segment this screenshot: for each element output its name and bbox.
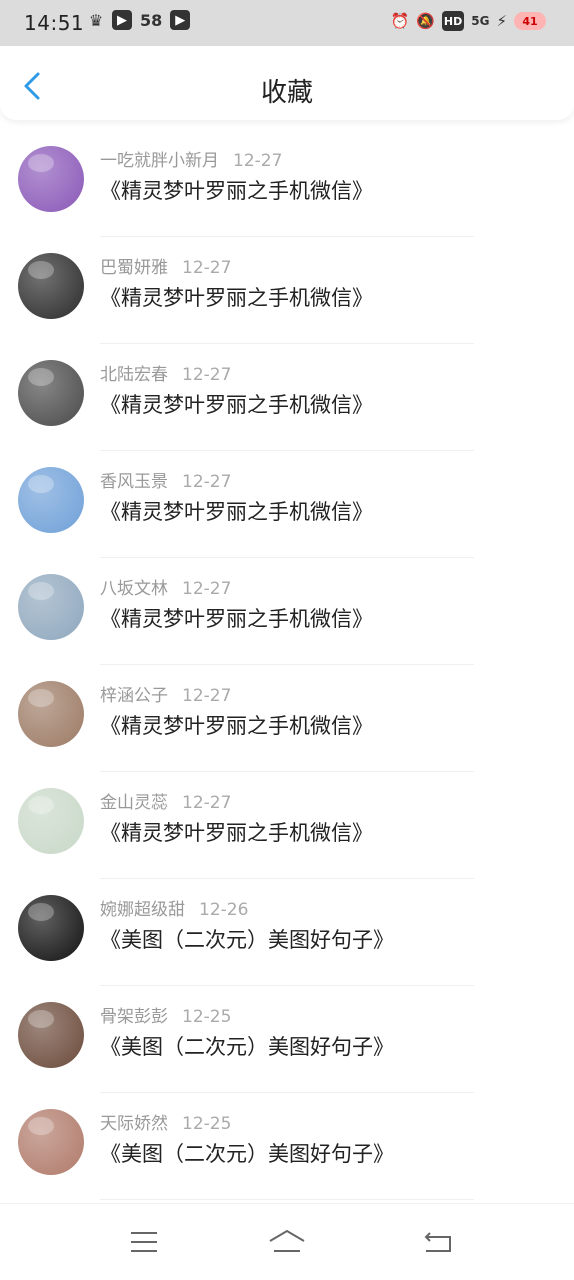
status-left-icons: ♛ ▶ 58 ▶ <box>86 10 191 30</box>
notification-count: 58 <box>140 10 163 30</box>
avatar[interactable] <box>18 574 84 640</box>
item-meta: 梓涵公子 12-27 <box>100 681 231 706</box>
item-meta: 巴蜀妍雅 12-27 <box>100 253 231 278</box>
book-title[interactable]: 《精灵梦叶罗丽之手机微信》 <box>100 496 373 526</box>
item-meta: 婉娜超级甜 12-26 <box>100 895 248 920</box>
system-nav-bar <box>0 1203 574 1280</box>
book-title[interactable]: 《精灵梦叶罗丽之手机微信》 <box>100 603 373 633</box>
book-title[interactable]: 《精灵梦叶罗丽之手机微信》 <box>100 282 373 312</box>
home-icon <box>269 1229 305 1252</box>
username: 金山灵蕊 <box>100 793 168 813</box>
username: 婉娜超级甜 <box>100 900 185 920</box>
username: 北陆宏春 <box>100 365 168 385</box>
divider <box>100 1199 474 1200</box>
list-item[interactable]: 金山灵蕊 12-27 《精灵梦叶罗丽之手机微信》 <box>0 772 574 879</box>
app-header: 收藏 <box>0 46 574 120</box>
back-icon <box>424 1232 451 1252</box>
list-item[interactable]: 骨架彭彭 12-25 《美图（二次元）美图好句子》 <box>0 986 574 1093</box>
date: 12-27 <box>233 151 283 171</box>
item-meta: 一吃就胖小新月 12-27 <box>100 146 282 171</box>
date: 12-27 <box>182 472 232 492</box>
list-item[interactable]: 八坂文林 12-27 《精灵梦叶罗丽之手机微信》 <box>0 558 574 665</box>
avatar[interactable] <box>18 146 84 212</box>
battery-icon: 41 <box>514 12 546 30</box>
charging-icon: ⚡ <box>496 12 507 30</box>
username: 巴蜀妍雅 <box>100 258 168 278</box>
book-title[interactable]: 《美图（二次元）美图好句子》 <box>100 1138 394 1168</box>
date: 12-27 <box>182 686 232 706</box>
list-item[interactable]: 天际娇然 12-25 《美图（二次元）美图好句子》 <box>0 1093 574 1200</box>
hd-icon: HD <box>441 11 465 31</box>
username: 一吃就胖小新月 <box>100 151 219 171</box>
list-item[interactable]: 梓涵公子 12-27 《精灵梦叶罗丽之手机微信》 <box>0 665 574 772</box>
status-time: 14:51 <box>24 11 85 35</box>
avatar[interactable] <box>18 360 84 426</box>
avatar[interactable] <box>18 1109 84 1175</box>
item-meta: 骨架彭彭 12-25 <box>100 1002 231 1027</box>
play-app-icon: ▶ <box>112 10 132 30</box>
username: 香风玉景 <box>100 472 168 492</box>
list-item[interactable]: 北陆宏春 12-27 《精灵梦叶罗丽之手机微信》 <box>0 344 574 451</box>
status-bar: 14:51 ♛ ▶ 58 ▶ ⏰ 🔕 HD 5G ⚡ 41 <box>0 0 574 46</box>
avatar[interactable] <box>18 467 84 533</box>
date: 12-27 <box>182 258 232 278</box>
list-item[interactable]: 巴蜀妍雅 12-27 《精灵梦叶罗丽之手机微信》 <box>0 237 574 344</box>
username: 骨架彭彭 <box>100 1007 168 1027</box>
item-meta: 金山灵蕊 12-27 <box>100 788 231 813</box>
avatar[interactable] <box>18 895 84 961</box>
menu-icon <box>131 1232 157 1252</box>
list-item[interactable]: 一吃就胖小新月 12-27 《精灵梦叶罗丽之手机微信》 <box>0 130 574 237</box>
crown-icon: ♛ <box>88 10 104 30</box>
item-meta: 八坂文林 12-27 <box>100 574 231 599</box>
book-title[interactable]: 《美图（二次元）美图好句子》 <box>100 1031 394 1061</box>
username: 八坂文林 <box>100 579 168 599</box>
date: 12-27 <box>182 793 232 813</box>
status-right-icons: ⏰ 🔕 HD 5G ⚡ 41 <box>391 11 546 31</box>
video-app-icon: ▶ <box>170 10 191 30</box>
mute-icon: 🔕 <box>416 12 435 30</box>
list-item[interactable]: 婉娜超级甜 12-26 《美图（二次元）美图好句子》 <box>0 879 574 986</box>
favorites-list: 一吃就胖小新月 12-27 《精灵梦叶罗丽之手机微信》 巴蜀妍雅 12-27 《精灵… <box>0 130 574 1200</box>
book-title[interactable]: 《精灵梦叶罗丽之手机微信》 <box>100 175 373 205</box>
page-title: 收藏 <box>260 78 313 108</box>
date: 12-25 <box>182 1114 232 1134</box>
avatar[interactable] <box>18 253 84 319</box>
avatar[interactable] <box>18 681 84 747</box>
nav-back-button[interactable] <box>418 1222 458 1262</box>
book-title[interactable]: 《精灵梦叶罗丽之手机微信》 <box>100 817 373 847</box>
item-meta: 香风玉景 12-27 <box>100 467 231 492</box>
avatar[interactable] <box>18 1002 84 1068</box>
book-title[interactable]: 《精灵梦叶罗丽之手机微信》 <box>100 710 373 740</box>
home-button[interactable] <box>267 1222 307 1262</box>
username: 天际娇然 <box>100 1114 168 1134</box>
item-meta: 天际娇然 12-25 <box>100 1109 231 1134</box>
book-title[interactable]: 《精灵梦叶罗丽之手机微信》 <box>100 389 373 419</box>
alarm-icon: ⏰ <box>390 12 410 30</box>
item-meta: 北陆宏春 12-27 <box>100 360 231 385</box>
list-item[interactable]: 香风玉景 12-27 《精灵梦叶罗丽之手机微信》 <box>0 451 574 558</box>
signal-5g-icon: 5G <box>471 14 490 28</box>
menu-button[interactable] <box>124 1222 164 1262</box>
book-title[interactable]: 《美图（二次元）美图好句子》 <box>100 924 394 954</box>
date: 12-25 <box>182 1007 232 1027</box>
username: 梓涵公子 <box>100 686 168 706</box>
date: 12-27 <box>182 579 232 599</box>
date: 12-27 <box>182 365 232 385</box>
date: 12-26 <box>199 900 249 920</box>
avatar[interactable] <box>18 788 84 854</box>
